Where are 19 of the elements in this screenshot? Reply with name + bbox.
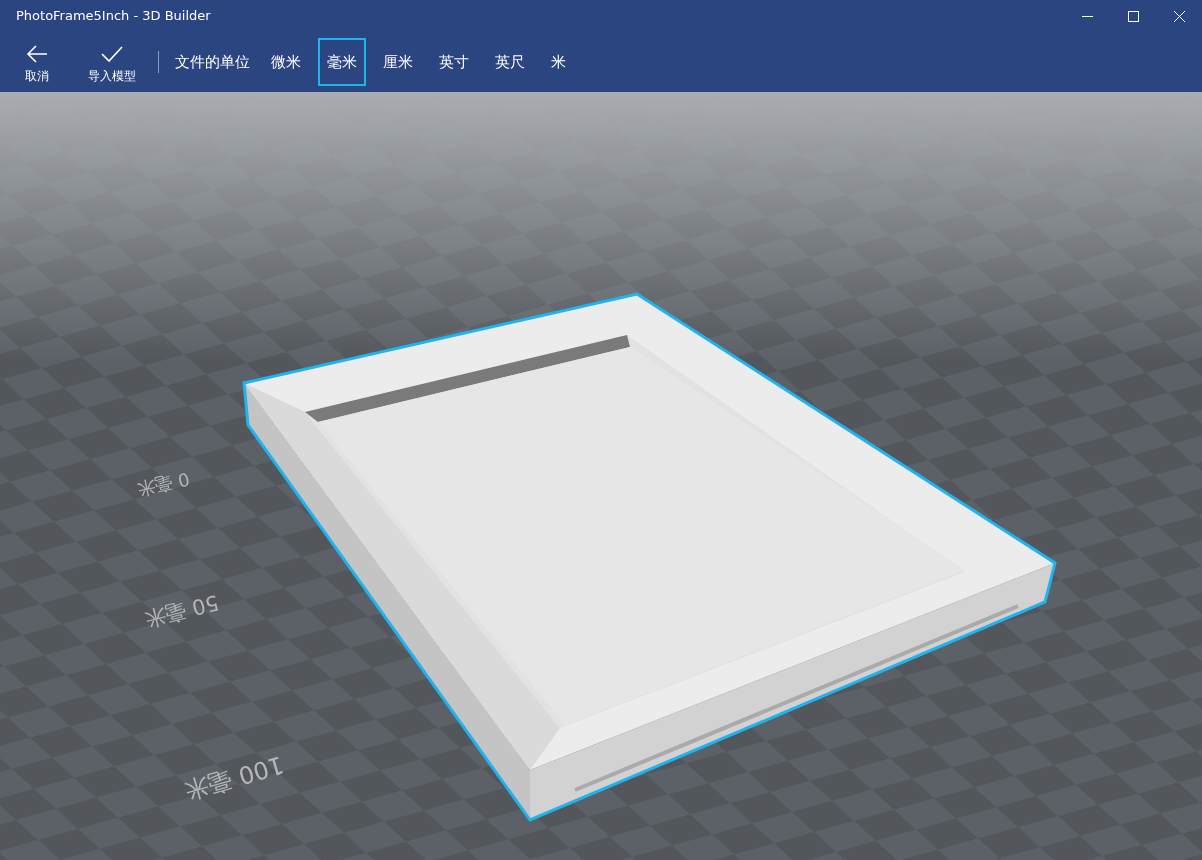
minimize-icon — [1081, 15, 1093, 17]
ruler-label: 0 毫米 — [135, 468, 192, 501]
close-icon — [1173, 10, 1185, 22]
unit-tab[interactable]: 微米 — [262, 38, 310, 86]
ruler-label: 50 毫米 — [142, 590, 222, 632]
ruler-label: 100 毫米 — [181, 750, 287, 806]
maximize-icon — [1127, 10, 1139, 22]
back-arrow-icon — [26, 45, 48, 63]
import-button[interactable]: 导入模型 — [82, 35, 142, 89]
unit-tab[interactable]: 厘米 — [374, 38, 422, 86]
unit-tab[interactable]: 英寸 — [430, 38, 478, 86]
check-icon — [101, 45, 123, 63]
cancel-button[interactable]: 取消 — [8, 35, 66, 89]
units-label: 文件的单位 — [175, 51, 250, 73]
photo-frame-model[interactable] — [242, 292, 1057, 822]
unit-tab[interactable]: 米 — [542, 38, 575, 86]
unit-tab[interactable]: 毫米 — [318, 38, 366, 86]
unit-tab[interactable]: 英尺 — [486, 38, 534, 86]
window-title: PhotoFrame5Inch - 3D Builder — [15, 7, 212, 26]
